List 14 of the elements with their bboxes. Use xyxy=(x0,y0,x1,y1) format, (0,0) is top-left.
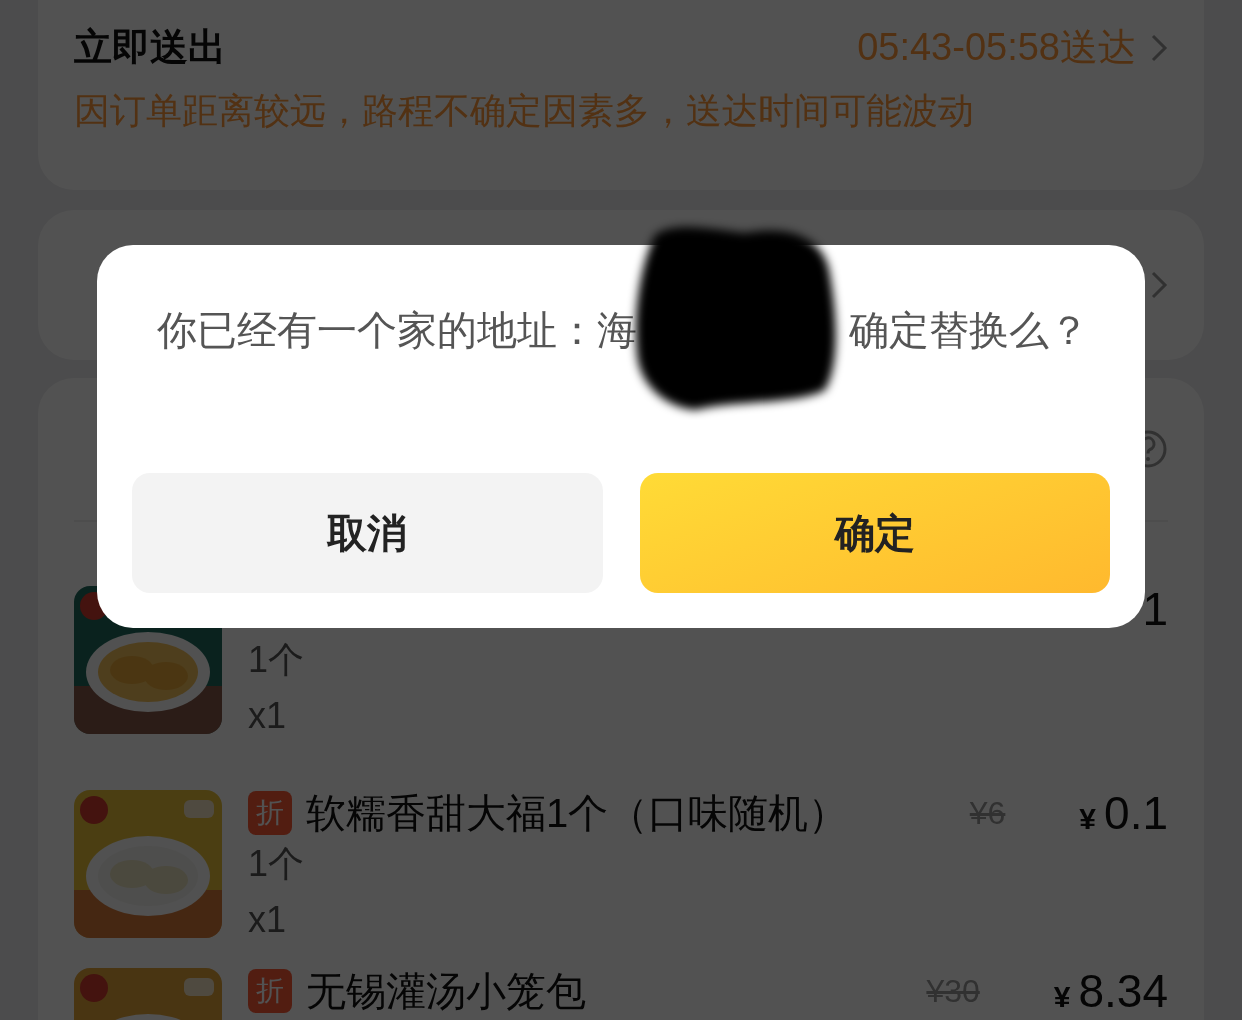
item-price: ¥ 8.34 xyxy=(1053,964,1168,1018)
item-name: 无锡灌汤小笼包 xyxy=(306,967,587,1015)
chevron-icon xyxy=(1150,270,1168,300)
item-price: ¥ 0.1 xyxy=(1079,786,1168,840)
delivery-note: 因订单距离较远，路程不确定因素多，送达时间可能波动 xyxy=(74,89,975,133)
item-name: 软糯香甜大福1个（口味随机） xyxy=(306,789,850,837)
discount-tag: 折 xyxy=(248,969,292,1013)
cancel-button[interactable]: 取消 xyxy=(132,473,603,593)
confirm-button[interactable]: 确定 xyxy=(639,473,1110,593)
delivery-title: 立即送出 xyxy=(74,25,226,70)
chevron-icon xyxy=(1150,32,1168,63)
dialog-message: 确定替换么？ xyxy=(849,307,1089,354)
discount-tag: 折 xyxy=(248,791,292,835)
item-price: 1 xyxy=(1142,582,1168,636)
